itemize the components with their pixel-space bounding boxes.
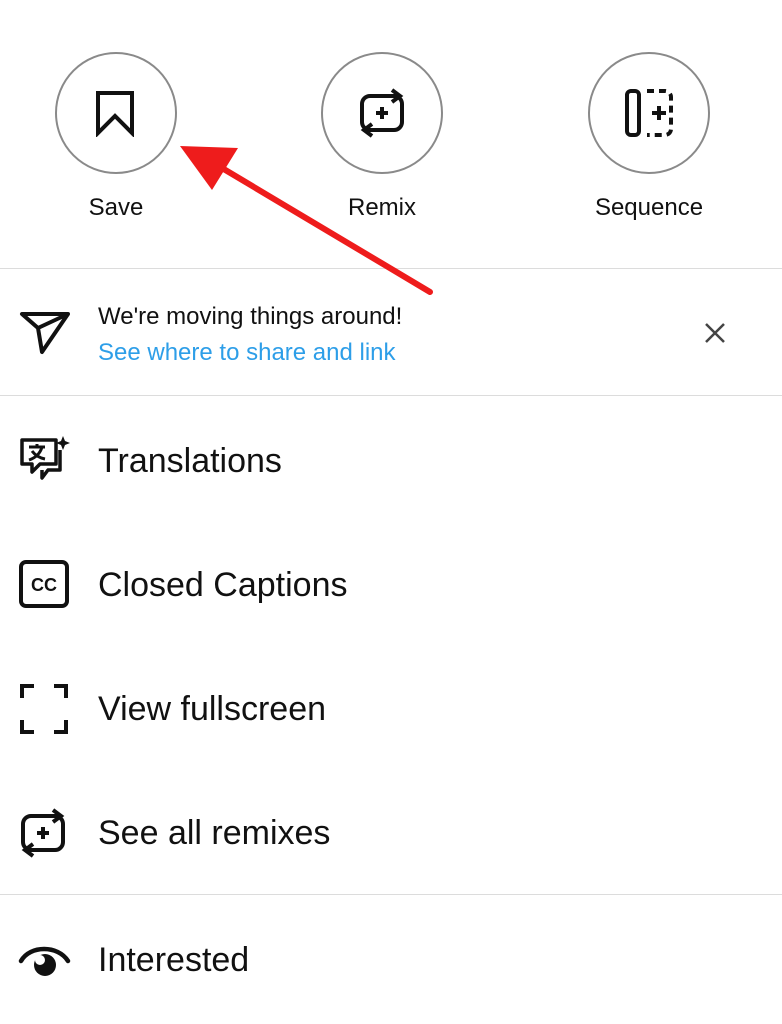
sequence-button[interactable]: Sequence [569,52,729,222]
divider [0,395,782,396]
close-icon [705,323,725,343]
translate-icon [18,434,72,488]
menu-label: See all remixes [98,814,331,852]
menu-item-closed-captions[interactable]: CC Closed Captions [0,523,782,647]
banner-text: We're moving things around! See where to… [98,302,402,368]
sequence-label: Sequence [594,194,704,221]
menu-item-translations[interactable]: Translations [0,399,782,523]
closed-captions-icon: CC [18,558,72,612]
divider [0,268,782,269]
remix-circle[interactable] [321,52,443,174]
banner-title: We're moving things around! [98,303,403,330]
menu-label: Closed Captions [98,566,348,604]
sequence-icon [625,89,673,137]
svg-text:CC: CC [31,575,57,595]
top-actions: Save Remix Sequence [0,0,782,268]
save-circle[interactable] [55,52,177,174]
send-icon [18,306,72,361]
banner-link[interactable]: See where to share and link [98,338,402,368]
menu-item-see-all-remixes[interactable]: See all remixes [0,771,782,895]
close-button[interactable] [700,318,730,348]
save-button[interactable]: Save [36,52,196,222]
eye-icon [18,933,72,987]
remix-button[interactable]: Remix [302,52,462,222]
save-label: Save [88,194,144,221]
menu-label: View fullscreen [98,690,327,728]
menu-label: Interested [98,941,250,979]
divider [0,894,782,895]
menu-item-interested[interactable]: Interested [0,898,782,1022]
remix-icon [18,806,72,860]
remix-icon [360,88,404,138]
bookmark-icon [96,91,134,137]
menu-label: Translations [98,442,282,480]
menu-item-view-fullscreen[interactable]: View fullscreen [0,647,782,771]
sequence-circle[interactable] [588,52,710,174]
remix-label: Remix [347,194,416,221]
fullscreen-icon [18,682,72,736]
